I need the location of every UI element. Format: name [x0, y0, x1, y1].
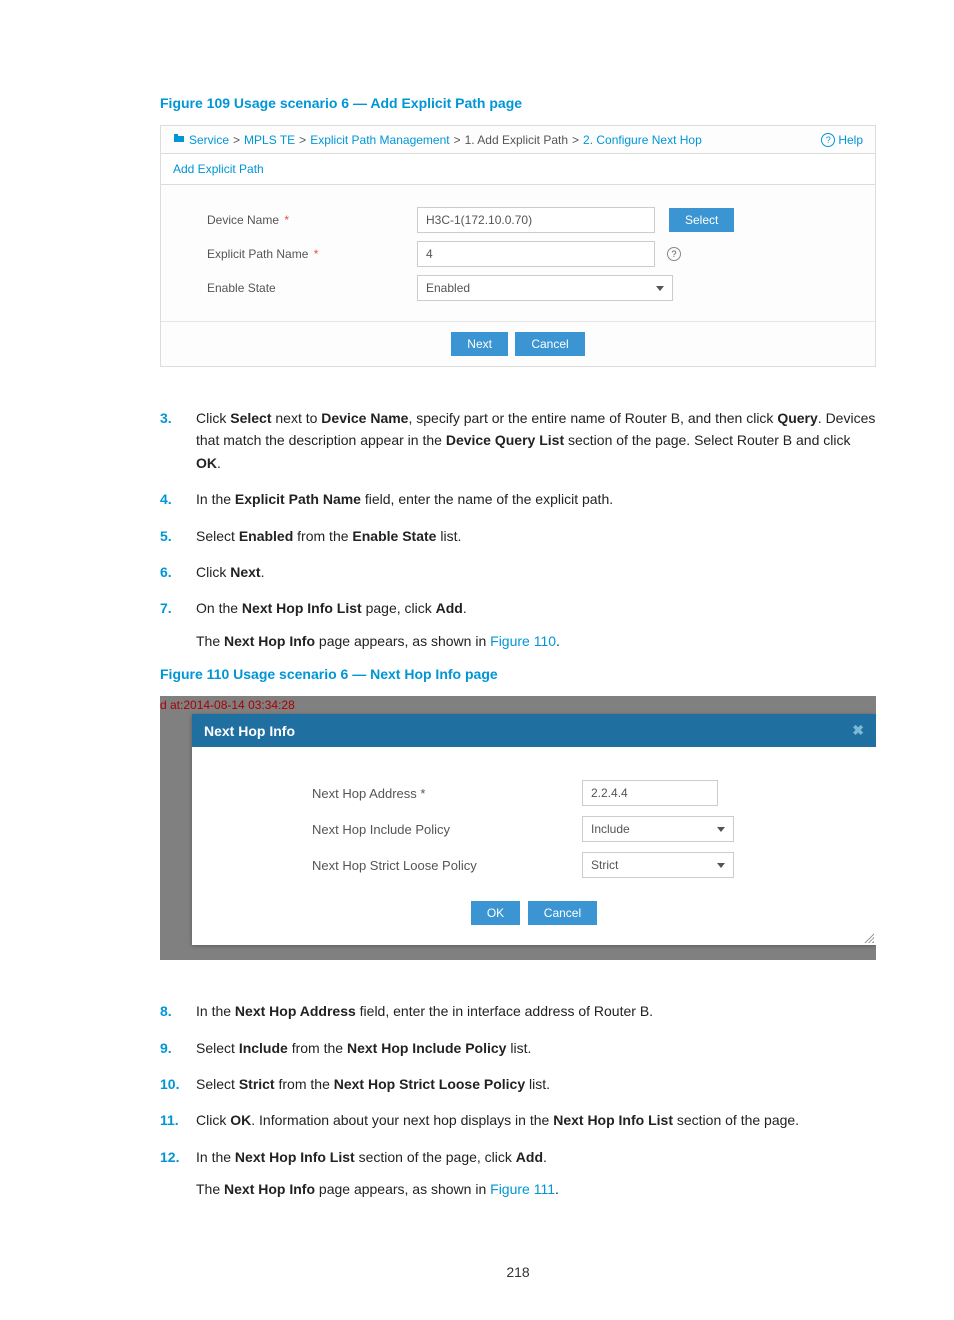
next-hop-info-screenshot: d at:2014-08-14 03:34:28 Next Hop Info ✖… — [160, 696, 876, 960]
enable-state-value: Enabled — [426, 281, 470, 295]
step-number: 6. — [160, 561, 196, 583]
chevron-down-icon — [717, 863, 725, 868]
include-policy-label: Next Hop Include Policy — [192, 822, 582, 837]
figure-110-caption: Figure 110 Usage scenario 6 — Next Hop I… — [160, 666, 876, 682]
cancel-button[interactable]: Cancel — [515, 332, 584, 356]
breadcrumb: Service > MPLS TE > Explicit Path Manage… — [173, 132, 702, 147]
enable-state-label: Enable State — [161, 281, 417, 295]
help-label: Help — [838, 133, 863, 147]
instruction-list-a: 3. Click Select next to Device Name, spe… — [160, 407, 876, 652]
figure-110-link[interactable]: Figure 110 — [490, 633, 556, 649]
breadcrumb-sep: > — [572, 133, 579, 147]
chevron-down-icon — [717, 827, 725, 832]
timestamp-text: d at:2014-08-14 03:34:28 — [160, 696, 295, 712]
close-icon[interactable]: ✖ — [852, 722, 864, 739]
breadcrumb-sep: > — [454, 133, 461, 147]
resize-handle[interactable] — [862, 931, 874, 943]
breadcrumb-mpls-te[interactable]: MPLS TE — [244, 133, 295, 147]
breadcrumb-explicit-path-management[interactable]: Explicit Path Management — [310, 133, 449, 147]
step-number: 7. — [160, 597, 196, 652]
step-number: 4. — [160, 488, 196, 510]
breadcrumb-step1: 1. Add Explicit Path — [465, 133, 568, 147]
next-hop-address-label: Next Hop Address * — [192, 786, 582, 801]
strict-loose-policy-label: Next Hop Strict Loose Policy — [192, 858, 582, 873]
help-icon: ? — [821, 133, 835, 147]
breadcrumb-sep: > — [299, 133, 306, 147]
step-number: 11. — [160, 1109, 196, 1131]
strict-loose-policy-value: Strict — [591, 858, 618, 872]
step-number: 9. — [160, 1037, 196, 1059]
device-name-label: Device Name * — [161, 213, 417, 227]
select-button[interactable]: Select — [669, 208, 734, 232]
chevron-down-icon — [656, 286, 664, 291]
step-number: 12. — [160, 1146, 196, 1201]
help-link[interactable]: ? Help — [821, 133, 863, 147]
step-3: 3. Click Select next to Device Name, spe… — [160, 407, 876, 474]
breadcrumb-step2: 2. Configure Next Hop — [583, 133, 702, 147]
strict-loose-policy-select[interactable]: Strict — [582, 852, 734, 878]
add-explicit-path-panel: Service > MPLS TE > Explicit Path Manage… — [160, 125, 876, 367]
tooltip-icon[interactable]: ? — [667, 247, 681, 261]
breadcrumb-sep: > — [233, 133, 240, 147]
explicit-path-name-input[interactable]: 4 — [417, 241, 655, 267]
figure-111-link[interactable]: Figure 111 — [490, 1181, 555, 1197]
step-9: 9. Select Include from the Next Hop Incl… — [160, 1037, 876, 1059]
tree-icon — [173, 132, 185, 147]
device-name-input[interactable]: H3C-1(172.10.0.70) — [417, 207, 655, 233]
instruction-list-b: 8. In the Next Hop Address field, enter … — [160, 1000, 876, 1200]
step-number: 10. — [160, 1073, 196, 1095]
step-11: 11. Click OK. Information about your nex… — [160, 1109, 876, 1131]
step-4: 4. In the Explicit Path Name field, ente… — [160, 488, 876, 510]
include-policy-value: Include — [591, 822, 630, 836]
panel-title: Add Explicit Path — [161, 153, 875, 185]
next-hop-info-dialog: Next Hop Info ✖ Next Hop Address * 2.2.4… — [192, 714, 876, 945]
ok-button[interactable]: OK — [471, 901, 520, 925]
dialog-title: Next Hop Info — [204, 723, 295, 739]
step-12: 12. In the Next Hop Info List section of… — [160, 1146, 876, 1201]
explicit-path-name-label: Explicit Path Name * — [161, 247, 417, 261]
step-6: 6. Click Next. — [160, 561, 876, 583]
step-number: 8. — [160, 1000, 196, 1022]
cancel-button[interactable]: Cancel — [528, 901, 597, 925]
figure-109-caption: Figure 109 Usage scenario 6 — Add Explic… — [160, 95, 876, 111]
include-policy-select[interactable]: Include — [582, 816, 734, 842]
step-10: 10. Select Strict from the Next Hop Stri… — [160, 1073, 876, 1095]
page-number: 218 — [160, 1214, 876, 1280]
step-7: 7. On the Next Hop Info List page, click… — [160, 597, 876, 652]
next-hop-address-input[interactable]: 2.2.4.4 — [582, 780, 718, 806]
step-8: 8. In the Next Hop Address field, enter … — [160, 1000, 876, 1022]
next-button[interactable]: Next — [451, 332, 508, 356]
breadcrumb-service[interactable]: Service — [189, 133, 229, 147]
step-number: 5. — [160, 525, 196, 547]
step-number: 3. — [160, 407, 196, 474]
step-5: 5. Select Enabled from the Enable State … — [160, 525, 876, 547]
enable-state-select[interactable]: Enabled — [417, 275, 673, 301]
